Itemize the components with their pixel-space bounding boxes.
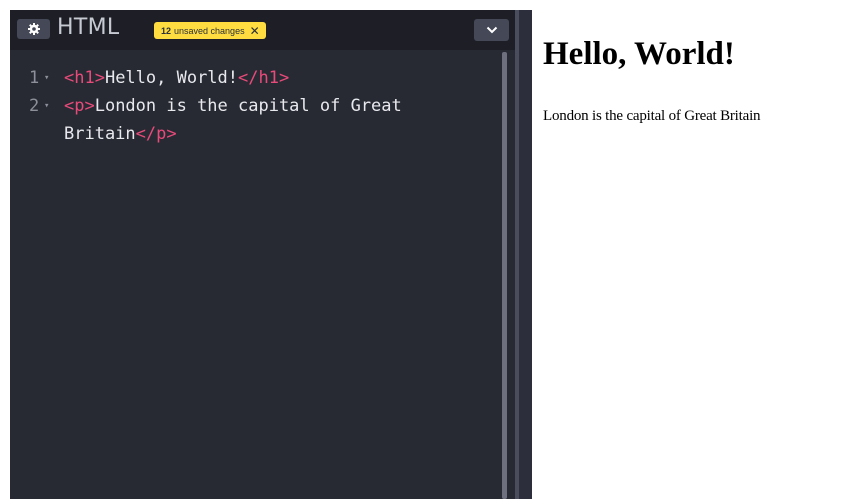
code-text: <h1>Hello, World!</h1> bbox=[64, 64, 289, 92]
code-line[interactable]: 2 ▾ <p>London is the capital of Great bbox=[10, 92, 500, 120]
codepen-editor-app: HTML 12 unsaved changes ✕ 1 ▾ <h1>Hello, W… bbox=[0, 0, 847, 499]
preview-paragraph: London is the capital of Great Britain bbox=[543, 108, 761, 124]
unsaved-count: 12 bbox=[161, 25, 172, 36]
code-tag: </p> bbox=[135, 124, 177, 144]
panel-resizer[interactable] bbox=[515, 10, 532, 499]
code-scrollbar[interactable] bbox=[502, 52, 507, 499]
fold-arrow-icon[interactable]: ▾ bbox=[44, 92, 49, 120]
code-text: <p>London is the capital of Great bbox=[64, 92, 402, 120]
code-line[interactable]: 1 ▾ <h1>Hello, World!</h1> bbox=[10, 64, 500, 92]
code-content: Hello, World! bbox=[104, 68, 239, 88]
collapse-editor-button[interactable] bbox=[474, 19, 509, 41]
line-number: 1 bbox=[29, 68, 40, 88]
code-tag: </h1> bbox=[238, 68, 290, 88]
code-text: Britain</p> bbox=[64, 120, 177, 148]
html-editor-panel: HTML 12 unsaved changes ✕ 1 ▾ <h1>Hello, W… bbox=[10, 10, 515, 499]
resizer-handle[interactable] bbox=[515, 10, 519, 499]
fold-arrow-icon[interactable]: ▾ bbox=[44, 64, 49, 92]
gear-icon bbox=[27, 23, 40, 35]
unsaved-label: unsaved changes bbox=[174, 25, 245, 36]
code-tag: <h1> bbox=[64, 68, 105, 88]
close-icon[interactable]: ✕ bbox=[250, 25, 260, 37]
line-number: 2 bbox=[29, 96, 40, 116]
editor-header: HTML 12 unsaved changes ✕ bbox=[10, 10, 515, 46]
preview-heading: Hello, World! bbox=[543, 36, 735, 72]
unsaved-changes-badge[interactable]: 12 unsaved changes ✕ bbox=[154, 22, 266, 39]
code-area[interactable]: 1 ▾ <h1>Hello, World!</h1> 2 ▾ <p>London is t… bbox=[10, 50, 515, 499]
code-content: London is the capital of Great bbox=[94, 96, 402, 116]
code-content: Britain bbox=[64, 124, 136, 144]
code-line[interactable]: Britain</p> bbox=[10, 120, 500, 148]
chevron-down-icon bbox=[486, 26, 497, 34]
editor-title: HTML bbox=[57, 15, 120, 40]
preview-pane: Hello, World! London is the capital of G… bbox=[532, 0, 847, 499]
code-tag: <p> bbox=[64, 96, 95, 116]
settings-button[interactable] bbox=[17, 19, 50, 39]
